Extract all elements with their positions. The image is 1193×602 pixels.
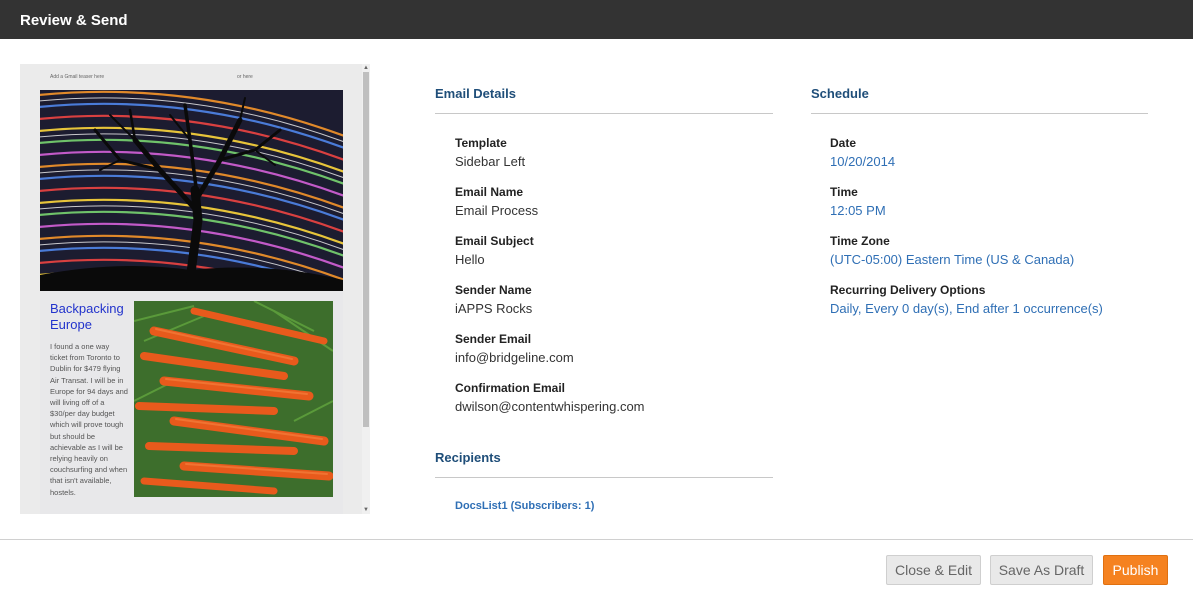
scrollbar-thumb[interactable] (363, 72, 369, 427)
article-card: Backpacking Europe I found a one way tic… (40, 291, 343, 514)
email-name-label: Email Name (455, 185, 524, 199)
footer-divider (0, 539, 1193, 540)
close-edit-button[interactable]: Close & Edit (886, 555, 981, 585)
date-label: Date (830, 136, 857, 150)
recipients-divider (435, 477, 773, 478)
article-title[interactable]: Backpacking Europe (50, 301, 132, 333)
page-title: Review & Send (20, 12, 128, 29)
email-details-heading: Email Details (435, 86, 516, 101)
publish-button[interactable]: Publish (1103, 555, 1168, 585)
hero-image-startrails-tree (40, 90, 343, 291)
scroll-up-icon[interactable]: ▲ (362, 64, 370, 72)
email-subject-value: Hello (455, 252, 485, 267)
article-body: I found a one way ticket from Toronto to… (50, 342, 128, 497)
confirmation-email-value: dwilson@contentwhispering.com (455, 399, 645, 414)
preview-teaser-left: Add a Gmail teaser here (50, 74, 105, 80)
sender-name-label: Sender Name (455, 283, 532, 297)
template-value: Sidebar Left (455, 154, 526, 169)
confirmation-email-label: Confirmation Email (455, 381, 566, 395)
sender-name-value: iAPPS Rocks (455, 301, 533, 316)
date-value: 10/20/2014 (830, 154, 896, 169)
carrots-image (134, 301, 333, 497)
email-name-value: Email Process (455, 203, 539, 218)
preview-scrollbar[interactable]: ▲ ▼ (362, 64, 370, 514)
email-details-divider (435, 113, 773, 114)
preview-teaser-right: or here (237, 74, 253, 80)
scroll-down-icon[interactable]: ▼ (362, 506, 370, 514)
title-bar: Review & Send (0, 0, 1193, 39)
time-zone-label: Time Zone (830, 234, 890, 248)
time-label: Time (830, 185, 858, 199)
sender-email-value: info@bridgeline.com (455, 350, 574, 365)
time-zone-value: (UTC-05:00) Eastern Time (US & Canada) (830, 252, 1075, 267)
save-as-draft-button[interactable]: Save As Draft (990, 555, 1093, 585)
recurring-delivery-label: Recurring Delivery Options (830, 283, 986, 297)
template-label: Template (455, 136, 507, 150)
recipients-heading: Recipients (435, 450, 501, 465)
schedule-heading: Schedule (811, 86, 869, 101)
email-preview[interactable]: Add a Gmail teaser here or here Backpack… (20, 64, 370, 514)
recurring-delivery-value: Daily, Every 0 day(s), End after 1 occur… (830, 301, 1103, 316)
email-subject-label: Email Subject (455, 234, 534, 248)
sender-email-label: Sender Email (455, 332, 532, 346)
time-value: 12:05 PM (830, 203, 886, 218)
schedule-divider (811, 113, 1148, 114)
recipient-list-item[interactable]: DocsList1 (Subscribers: 1) (455, 500, 594, 512)
